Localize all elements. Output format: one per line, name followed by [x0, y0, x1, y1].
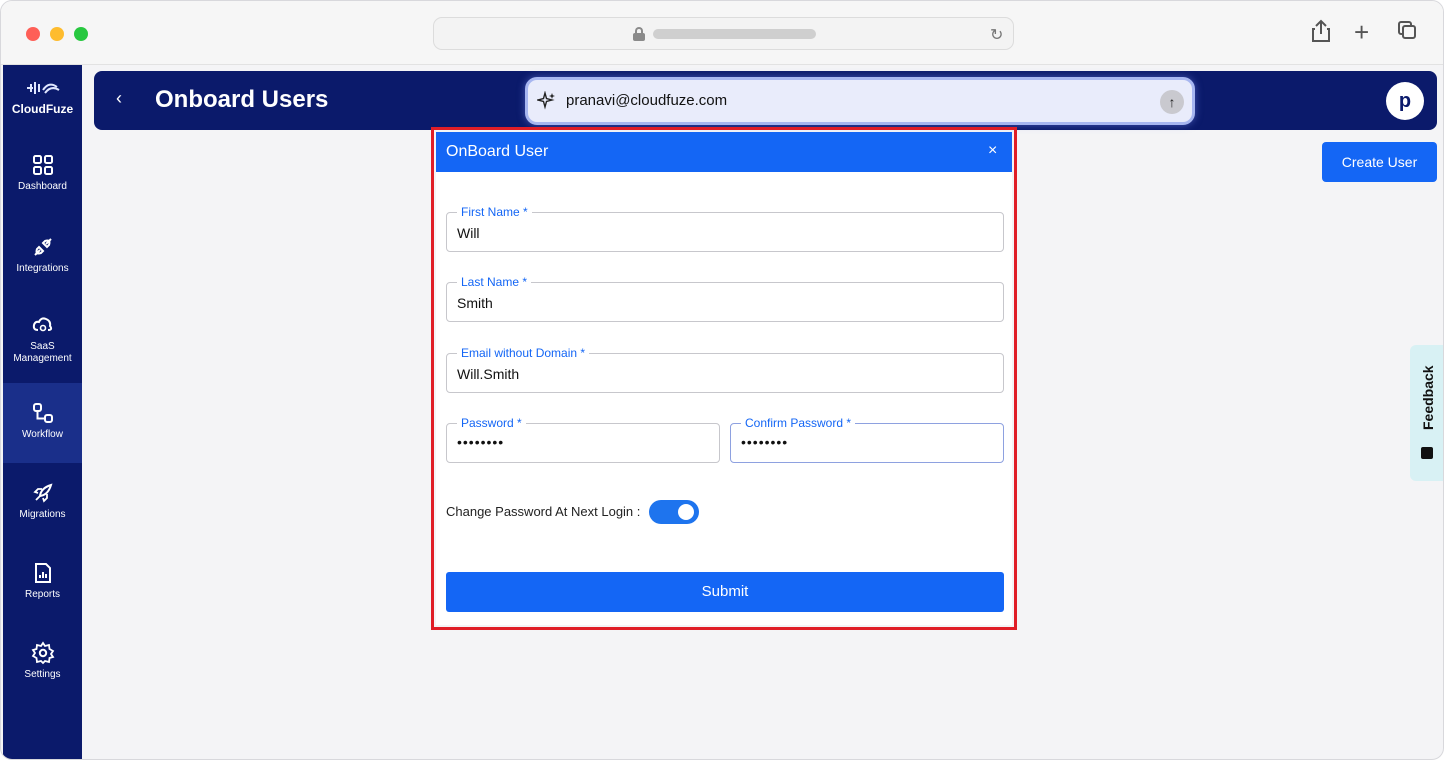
zoom-window-button[interactable]: [74, 27, 88, 41]
feedback-label: Feedback: [1420, 365, 1436, 430]
sidebar-item-workflow[interactable]: Workflow: [3, 383, 82, 463]
workflow-icon: [32, 403, 53, 423]
sidebar-item-saas-management[interactable]: SaaS Management: [3, 313, 82, 391]
sidebar: CloudFuze Dashboard Integrations SaaS Ma…: [3, 65, 82, 759]
toggle-knob: [678, 504, 694, 520]
report-icon: [34, 563, 51, 583]
password-field[interactable]: Password * ••••••••: [446, 416, 720, 463]
sidebar-item-label: SaaS Management: [13, 341, 72, 364]
rocket-icon: [32, 483, 52, 503]
sidebar-item-label: Integrations: [16, 263, 69, 274]
prompt-text: pranavi@cloudfuze.com: [566, 92, 728, 109]
sidebar-item-dashboard[interactable]: Dashboard: [3, 153, 82, 231]
browser-toolbar: ↻ +: [1, 1, 1443, 65]
sidebar-item-label: Settings: [24, 669, 61, 680]
ai-prompt-bar[interactable]: pranavi@cloudfuze.com ↑: [525, 77, 1195, 125]
email-field[interactable]: Email without Domain * Will.Smith: [446, 346, 1004, 393]
change-password-toggle[interactable]: [649, 500, 699, 524]
sidebar-item-label: Workflow: [22, 429, 63, 440]
onboard-user-dialog: OnBoard User × First Name * Will Last Na…: [436, 132, 1012, 625]
first-name-input[interactable]: Will: [457, 225, 957, 241]
close-icon[interactable]: ×: [988, 142, 997, 160]
feedback-icon: [1421, 447, 1433, 459]
confirm-password-label: Confirm Password *: [741, 416, 856, 430]
dialog-header: OnBoard User ×: [436, 132, 1012, 172]
sidebar-item-label: Reports: [24, 589, 60, 600]
sidebar-item-integrations[interactable]: Integrations: [3, 235, 82, 313]
avatar[interactable]: p: [1386, 82, 1424, 120]
logo-text: CloudFuze: [11, 102, 74, 116]
plug-icon: [33, 238, 52, 256]
sidebar-item-migrations[interactable]: Migrations: [3, 481, 82, 559]
page-title: Onboard Users: [155, 86, 329, 113]
password-label: Password *: [457, 416, 526, 430]
send-arrow-icon[interactable]: ↑: [1160, 90, 1184, 114]
browser-window: ↻ + CloudFuze Dashboard Integrations Saa…: [0, 0, 1444, 760]
new-tab-icon[interactable]: +: [1354, 19, 1369, 45]
confirm-password-input[interactable]: ••••••••: [741, 434, 986, 450]
minimize-window-button[interactable]: [50, 27, 64, 41]
first-name-field[interactable]: First Name * Will: [446, 205, 1004, 252]
share-icon[interactable]: [1311, 19, 1331, 49]
last-name-label: Last Name *: [457, 275, 532, 289]
confirm-password-field[interactable]: Confirm Password * ••••••••: [730, 416, 1004, 463]
close-window-button[interactable]: [26, 27, 40, 41]
last-name-input[interactable]: Smith: [457, 295, 957, 311]
feedback-tab[interactable]: Feedback: [1410, 345, 1443, 481]
email-input[interactable]: Will.Smith: [457, 366, 957, 382]
sidebar-item-reports[interactable]: Reports: [3, 561, 82, 639]
submit-button[interactable]: Submit: [446, 572, 1004, 612]
sidebar-item-label: Migrations: [19, 509, 66, 520]
redacted-url: [653, 29, 816, 39]
cloud-icon: [32, 317, 52, 332]
dashboard-icon: [32, 155, 53, 175]
cloudfuze-logo-icon: [3, 79, 82, 100]
sparkle-icon: [535, 90, 557, 116]
back-icon[interactable]: ‹: [116, 88, 122, 109]
lock-icon: [633, 27, 645, 41]
change-password-label: Change Password At Next Login :: [446, 504, 641, 519]
sidebar-item-settings[interactable]: Settings: [3, 641, 82, 719]
reload-icon[interactable]: ↻: [990, 25, 1003, 45]
last-name-field[interactable]: Last Name * Smith: [446, 275, 1004, 322]
email-label: Email without Domain *: [457, 346, 590, 360]
gear-icon: [31, 641, 54, 665]
tab-overview-icon[interactable]: [1398, 19, 1420, 41]
dialog-title: OnBoard User: [446, 143, 549, 160]
create-user-button[interactable]: Create User: [1322, 142, 1437, 182]
first-name-label: First Name *: [457, 205, 532, 219]
address-bar[interactable]: ↻: [433, 17, 1014, 50]
cloudfuze-logo[interactable]: CloudFuze: [3, 79, 82, 116]
sidebar-item-label: Dashboard: [18, 181, 67, 192]
password-input[interactable]: ••••••••: [457, 434, 702, 450]
